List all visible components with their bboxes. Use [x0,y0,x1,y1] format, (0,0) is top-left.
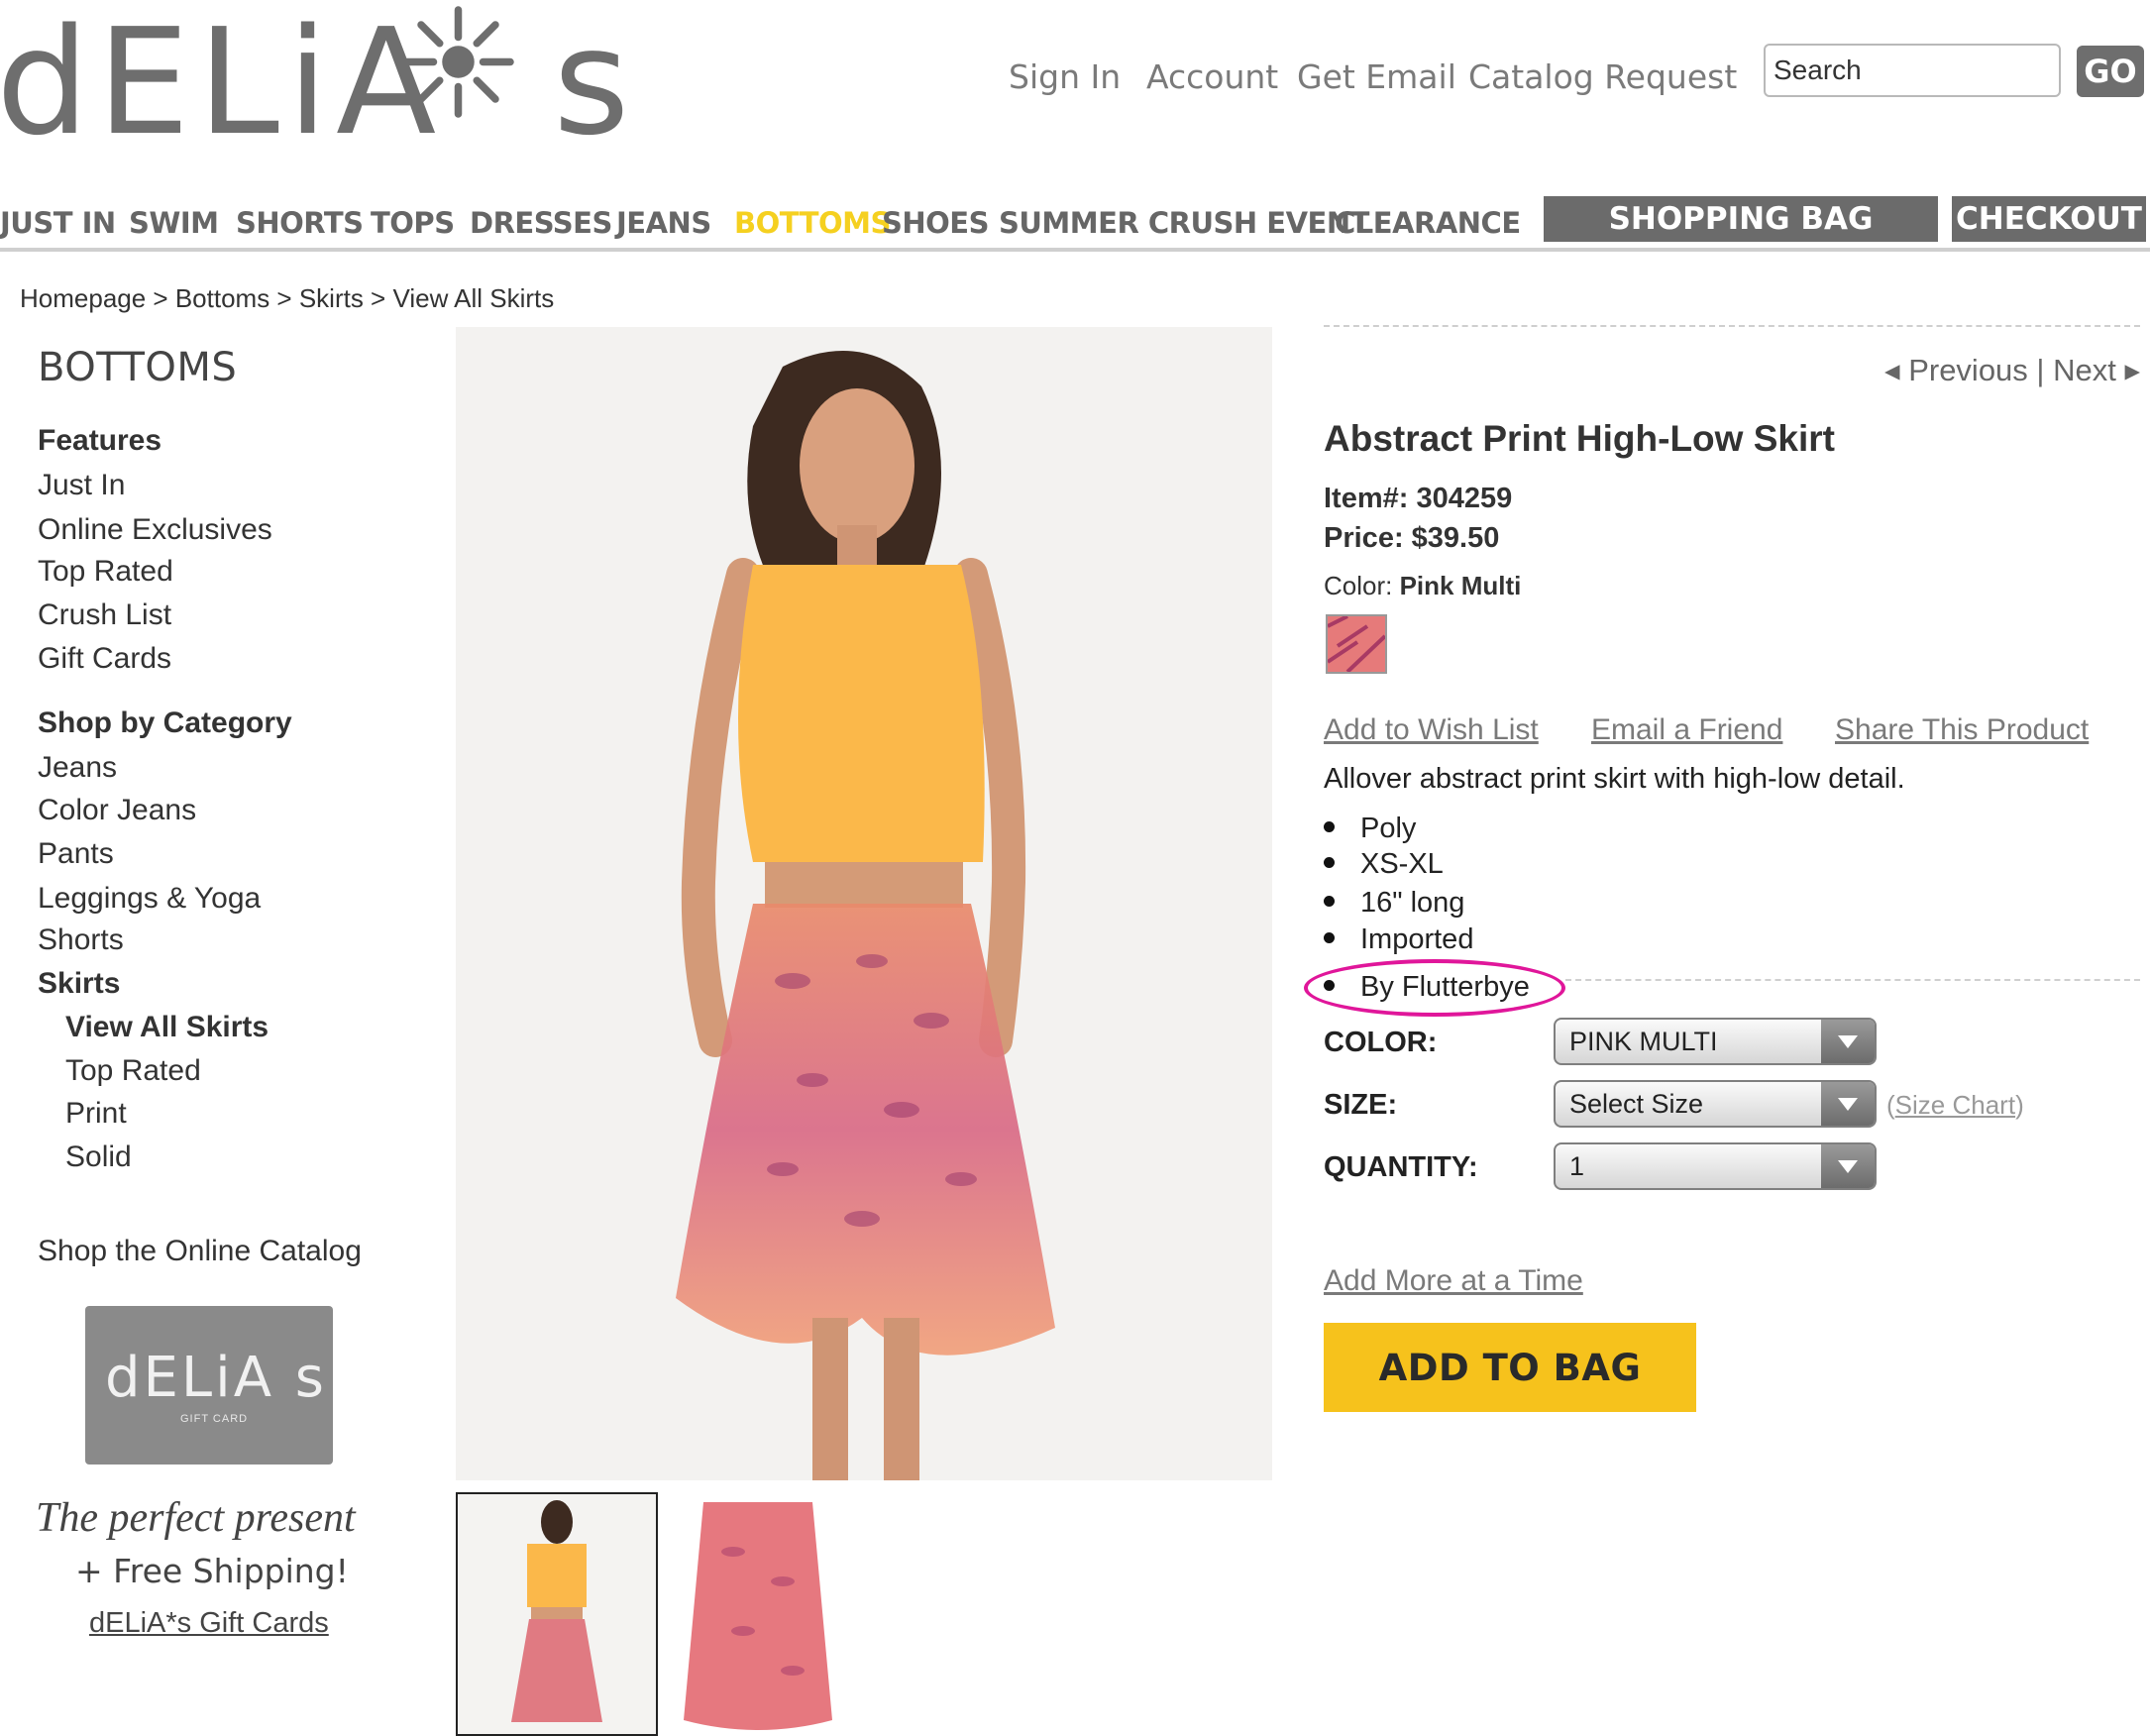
sidebar-item-skirts[interactable]: Skirts [38,967,120,1001]
sidebar-subitem-top-rated[interactable]: Top Rated [65,1054,201,1088]
item-number: Item#: 304259 [1324,483,1513,514]
color-select[interactable]: PINK MULTI [1554,1018,1877,1065]
sidebar-item-jeans[interactable]: Jeans [38,751,117,785]
search-go-button[interactable]: GO [2077,46,2144,97]
sidebar-item-gift-cards[interactable]: Gift Cards [38,642,171,676]
sidebar-item-just-in[interactable]: Just In [38,469,125,502]
gift-card-logo: dELiA s [105,1346,327,1410]
sidebar-title: BOTTOMS [38,345,238,390]
sun-icon [402,6,514,118]
shopping-bag-button[interactable]: SHOPPING BAG [1544,196,1938,242]
feature-bullet: XS-XL [1324,848,1444,881]
nav-divider [0,248,2150,252]
chevron-down-icon [1821,1082,1875,1126]
model-illustration [676,351,1055,1480]
nav-clearance[interactable]: CLEARANCE [1335,206,1521,240]
logo-wordmark: dELiA s [0,0,638,167]
detail-top-divider [1324,325,2140,327]
chevron-down-icon [1821,1144,1875,1188]
nav-summer-crush-event[interactable]: SUMMER CRUSH EVENT [999,206,1369,240]
site-logo[interactable]: dELiA s [0,0,629,159]
gift-card-image[interactable]: dELiA s GIFT CARD [85,1306,333,1465]
size-chart-link[interactable]: (Size Chart) [1886,1090,2024,1121]
size-select[interactable]: Select Size [1554,1080,1877,1128]
share-product-link[interactable]: Share This Product [1835,713,2089,747]
feature-bullet: Poly [1324,813,1416,845]
account-link[interactable]: Account [1146,57,1278,96]
detail-mid-divider [1565,979,2140,981]
color-select-label: COLOR: [1324,1027,1438,1058]
get-email-link[interactable]: Get Email [1297,57,1456,96]
feature-bullet: Imported [1324,923,1473,956]
product-price: Price: $39.50 [1324,522,1500,554]
gift-cards-link[interactable]: dELiA*s Gift Cards [89,1607,329,1640]
sidebar-item-pants[interactable]: Pants [38,837,114,871]
product-title: Abstract Print High-Low Skirt [1324,418,1835,459]
nav-shoes[interactable]: SHOES [882,206,990,240]
feature-bullet: 16" long [1324,887,1464,920]
sidebar-heading-features: Features [38,424,162,457]
thumbnail-model-image [511,1500,602,1722]
gift-card-subtext: GIFT CARD [180,1413,249,1425]
add-to-bag-button[interactable]: ADD TO BAG [1324,1323,1696,1412]
size-select-label: SIZE: [1324,1089,1398,1121]
sidebar-heading-category: Shop by Category [38,706,292,739]
sidebar-item-leggings-yoga[interactable]: Leggings & Yoga [38,882,261,916]
checkout-button[interactable]: CHECKOUT [1952,196,2146,242]
quantity-select-label: QUANTITY: [1324,1151,1478,1183]
nav-swim[interactable]: SWIM [129,206,219,240]
sidebar-item-top-rated[interactable]: Top Rated [38,555,173,589]
catalog-request-link[interactable]: Catalog Request [1468,57,1737,96]
add-to-wish-list-link[interactable]: Add to Wish List [1324,713,1539,747]
prev-next-nav[interactable]: ◂ Previous | Next ▸ [1884,353,2140,388]
sidebar-subitem-solid[interactable]: Solid [65,1140,132,1174]
product-thumbnail-skirt[interactable] [674,1492,842,1736]
breadcrumb[interactable]: Homepage > Bottoms > Skirts > View All S… [20,283,554,314]
search-input[interactable] [1764,44,2061,97]
perfect-present-text: The perfect present [36,1495,356,1541]
nav-bottoms[interactable]: BOTTOMS [734,206,891,240]
nav-tops[interactable]: TOPS [371,206,455,240]
product-main-image[interactable] [456,327,1272,1480]
chevron-down-icon [1821,1020,1875,1063]
quantity-select[interactable]: 1 [1554,1142,1877,1190]
thumbnail-skirt-image [684,1502,832,1730]
online-catalog-link[interactable]: Shop the Online Catalog [38,1235,362,1268]
swatch-pattern [1326,614,1387,674]
color-swatch-pink-multi[interactable] [1326,614,1387,674]
nav-just-in[interactable]: JUST IN [0,206,116,240]
nav-jeans[interactable]: JEANS [616,206,711,240]
sidebar-item-online-exclusives[interactable]: Online Exclusives [38,513,272,547]
sidebar-subitem-print[interactable]: Print [65,1097,127,1131]
sidebar-item-crush-list[interactable]: Crush List [38,598,171,632]
sidebar-item-color-jeans[interactable]: Color Jeans [38,794,196,827]
sign-in-link[interactable]: Sign In [1009,57,1121,96]
color-line: Color: Pink Multi [1324,571,1522,600]
nav-shorts[interactable]: SHORTS [236,206,364,240]
free-shipping-text: + Free Shipping! [75,1552,349,1590]
sidebar-subitem-view-all-skirts[interactable]: View All Skirts [65,1011,269,1044]
email-a-friend-link[interactable]: Email a Friend [1591,713,1782,747]
product-description: Allover abstract print skirt with high-l… [1324,763,1905,795]
brand-highlight-circle [1304,959,1565,1017]
nav-dresses[interactable]: DRESSES [470,206,612,240]
product-thumbnail-model[interactable] [456,1492,658,1736]
add-more-link[interactable]: Add More at a Time [1324,1264,1583,1298]
sidebar-item-shorts[interactable]: Shorts [38,923,124,957]
